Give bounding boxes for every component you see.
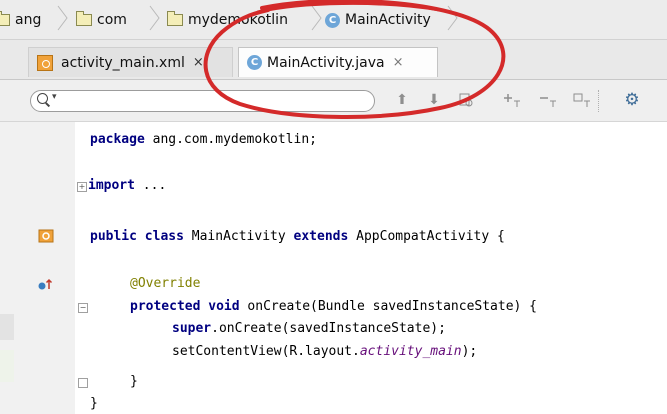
code-text: setContentView(R.layout. [172,344,360,359]
breadcrumb: ang com mydemokotlin C MainActivity [0,0,667,40]
fold-end-icon[interactable] [78,378,88,388]
code-keyword: package [90,132,145,147]
code-text: ang.com.mydemokotlin; [144,132,317,147]
class-icon: C [325,12,340,28]
editor-tab-bar: : activity_main.xml × C MainActivity.jav… [0,40,667,106]
code-line-close-method: } [130,374,138,389]
fold-collapse-icon[interactable]: − [78,303,88,313]
breadcrumb-item-mydemokotlin[interactable]: mydemokotlin [167,10,288,30]
close-icon[interactable]: × [393,55,404,70]
code-annotation: @Override [130,276,201,291]
code-text: AppCompatActivity { [348,229,505,244]
remove-occurrence-icon[interactable] [538,90,558,110]
search-input[interactable] [30,90,375,112]
code-editor[interactable]: package ang.com.mydemokotlin; + import .… [75,122,667,414]
breadcrumb-separator [57,5,68,31]
editor-gutter [0,122,75,414]
code-text: } [130,374,138,389]
tab-label: MainActivity.java [267,54,385,71]
settings-gear-icon[interactable]: ⚙ [622,90,642,110]
tab-label: activity_main.xml [61,54,185,71]
breadcrumb-separator [447,5,458,31]
code-line-package: package ang.com.mydemokotlin; [90,132,317,147]
close-icon[interactable]: × [193,55,204,70]
code-line-setcontentview: setContentView(R.layout.activity_main); [172,344,477,359]
code-text: onCreate(Bundle savedInstanceState) { [239,299,538,314]
override-method-icon[interactable] [37,277,53,293]
folder-icon [76,11,92,26]
gutter-highlight [0,350,14,382]
breadcrumb-separator [149,5,160,31]
code-keyword: import [88,178,135,193]
code-text: } [90,396,98,411]
breadcrumb-item-ang[interactable]: ang [0,10,41,30]
breadcrumb-item-mainactivity[interactable]: C MainActivity [325,10,431,30]
xml-layout-icon[interactable] [38,228,54,244]
chevron-down-icon[interactable]: ▾ [52,92,57,102]
arrow-up-icon[interactable]: ⬆ [392,90,412,110]
code-line-method: protected void onCreate(Bundle savedInst… [130,299,537,314]
code-text: ); [461,344,478,359]
code-line-class: public class MainActivity extends AppCom… [90,229,505,244]
code-keyword: protected [130,299,201,314]
code-text: .onCreate(savedInstanceState); [211,321,446,336]
code-keyword: class [144,229,184,244]
code-keyword: extends [293,229,349,244]
arrow-down-icon[interactable]: ⬇ [424,90,444,110]
xml-layout-icon [37,54,53,71]
code-keyword: public [90,229,137,244]
code-line-super: super.onCreate(savedInstanceState); [172,321,446,336]
code-line-import: import ... [88,178,166,193]
toolbar-divider [598,90,605,112]
code-field: activity_main [359,344,462,359]
folder-icon [0,11,10,26]
class-icon: C [247,55,262,70]
tab-mainactivity-java[interactable]: C MainActivity.java × [238,47,438,77]
breadcrumb-label: ang [15,12,42,28]
breadcrumb-label: mydemokotlin [188,12,288,28]
search-icon[interactable] [37,93,48,104]
gutter-highlight [0,314,14,340]
code-line-annotation: @Override [130,276,200,291]
code-line-close-class: } [90,396,98,411]
breadcrumb-separator [311,5,322,31]
breadcrumb-item-com[interactable]: com [76,10,127,30]
breadcrumb-label: MainActivity [345,12,431,28]
select-all-occurrences-icon[interactable] [572,90,592,110]
find-usages-icon[interactable] [456,90,476,110]
code-text: MainActivity [183,229,294,244]
code-text: ... [134,178,167,193]
fold-expand-icon[interactable]: + [77,182,87,192]
tab-activity-main-xml[interactable]: activity_main.xml × [28,47,233,77]
find-toolbar: ▾ ⬆ ⬇ ⚙ [0,80,667,122]
add-occurrence-icon[interactable] [502,90,522,110]
breadcrumb-label: com [97,12,127,28]
folder-icon [167,11,183,26]
code-keyword: super [172,321,212,336]
code-keyword: void [208,299,240,314]
